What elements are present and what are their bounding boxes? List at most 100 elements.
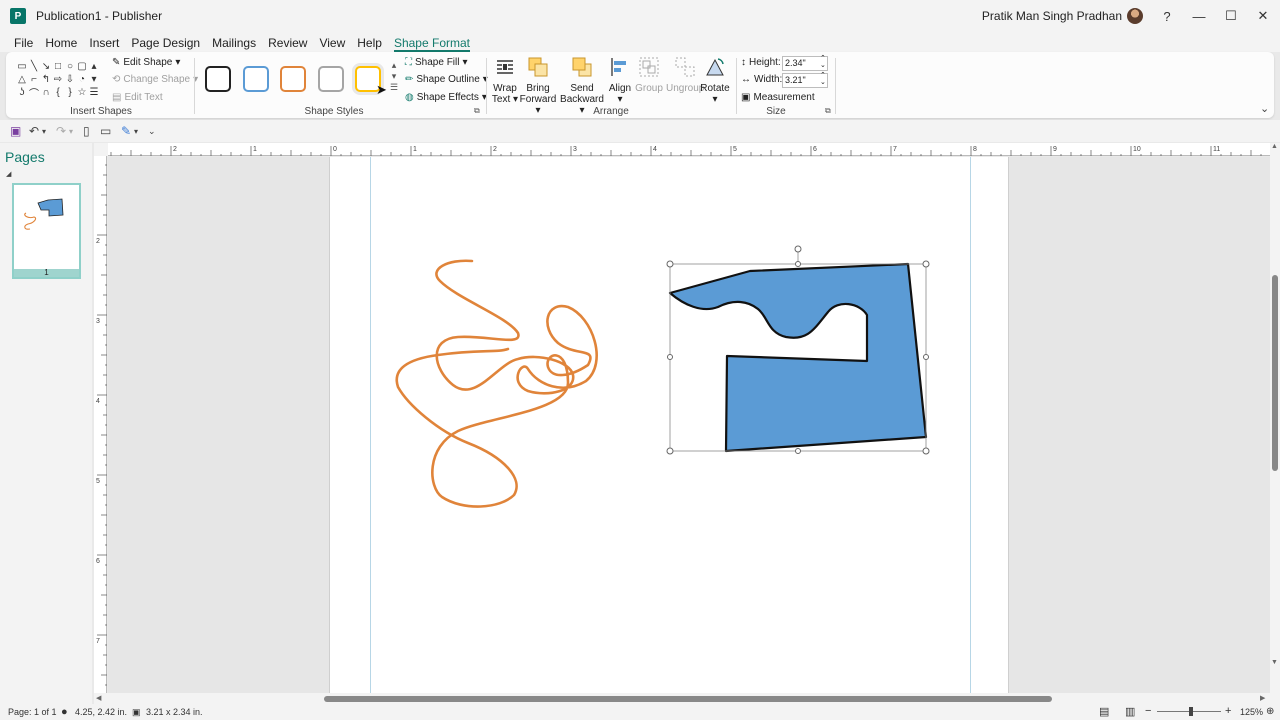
shape-style-swatch-3[interactable] <box>280 66 306 92</box>
rectangle-shape-icon[interactable]: □ <box>52 60 64 73</box>
single-page-view-icon[interactable]: ▤ <box>1099 705 1109 718</box>
customize-qat-icon[interactable]: ⌄ <box>148 126 156 137</box>
tab-page-design[interactable]: Page Design <box>131 36 200 52</box>
zoom-out-icon[interactable]: − <box>1145 705 1151 717</box>
right-brace-shape-icon[interactable]: } <box>64 86 76 99</box>
down-arrow-shape-icon[interactable]: ⇩ <box>64 73 76 86</box>
shapes-gallery[interactable]: ▭ ╲ ↘ □ ○ ▢ ▴ △ ⌐ ↰ ⇨ ⇩ ◔ ▾ ʖ ⌒ ∩ { } ☆ … <box>16 60 102 100</box>
resize-handle[interactable] <box>922 260 930 268</box>
scroll-right-icon[interactable]: ▶ <box>1260 694 1265 702</box>
collapse-pane-icon[interactable]: ◢ <box>6 170 11 178</box>
shape-style-swatch-1[interactable] <box>205 66 231 92</box>
undo-icon[interactable]: ↶ <box>29 124 39 138</box>
redo-dropdown-icon[interactable]: ▾ <box>69 127 73 136</box>
rotate-button[interactable]: Rotate ▾ <box>700 56 730 105</box>
scroll-up-icon[interactable]: ▲ <box>1271 143 1278 150</box>
gallery-scroll-up-icon[interactable]: ▴ <box>88 60 100 73</box>
collapse-ribbon-icon[interactable]: ⌄ <box>1260 102 1269 115</box>
gallery-expand-icon[interactable]: ☰ <box>390 82 398 93</box>
arrow-line-shape-icon[interactable]: ↘ <box>40 60 52 73</box>
resize-handle[interactable] <box>922 447 930 455</box>
measurement-button[interactable]: ▣ Measurement <box>741 92 815 103</box>
resize-handle[interactable] <box>795 448 801 454</box>
styles-gallery-scroll[interactable]: ▴ ▾ ☰ <box>390 60 398 93</box>
new-document-icon[interactable]: ▯ <box>83 124 90 138</box>
shape-effects-button[interactable]: ◍ Shape Effects ▾ <box>405 92 487 103</box>
chevron-down-icon[interactable]: ▾ <box>392 71 397 82</box>
gallery-scroll-down-icon[interactable]: ▾ <box>88 73 100 86</box>
fit-page-icon[interactable]: ⊕ <box>1266 706 1274 717</box>
tab-file[interactable]: File <box>14 36 33 52</box>
rounded-rect-shape-icon[interactable]: ▢ <box>76 60 88 73</box>
curve-shape-icon[interactable]: ∩ <box>40 86 52 99</box>
orange-freeform-scribble[interactable] <box>395 259 598 508</box>
two-page-view-icon[interactable]: ▥ <box>1125 705 1135 718</box>
wrap-text-button[interactable]: Wrap Text ▾ <box>490 56 520 105</box>
page-status[interactable]: Page: 1 of 1 <box>8 707 57 717</box>
shape-outline-button[interactable]: ✏ Shape Outline ▾ <box>405 74 488 85</box>
freeform-shape-icon[interactable]: ʖ <box>16 86 28 99</box>
width-spinner[interactable]: ⌃ ⌄ <box>820 72 826 86</box>
tab-review[interactable]: Review <box>268 36 307 52</box>
edit-shape-button[interactable]: ✎ Edit Shape ▾ <box>112 57 180 68</box>
tab-insert[interactable]: Insert <box>89 36 119 52</box>
undo-dropdown-icon[interactable]: ▾ <box>42 127 46 136</box>
redo-icon[interactable]: ↷ <box>56 124 66 138</box>
horizontal-scroll-thumb[interactable] <box>324 696 1052 702</box>
page-thumbnail[interactable]: 1 <box>12 183 81 279</box>
oval-shape-icon[interactable]: ○ <box>64 60 76 73</box>
user-name[interactable]: Pratik Man Singh Pradhan <box>982 9 1122 23</box>
tab-home[interactable]: Home <box>45 36 77 52</box>
resize-handle[interactable] <box>666 260 674 268</box>
maximize-button[interactable]: ☐ <box>1214 0 1248 32</box>
dialog-launcher-icon[interactable]: ⧉ <box>825 106 831 116</box>
format-painter-dropdown-icon[interactable]: ▾ <box>134 127 138 136</box>
scroll-down-icon[interactable]: ▼ <box>1271 659 1278 666</box>
gallery-more-icon[interactable]: ☰ <box>88 86 100 99</box>
resize-handle[interactable] <box>666 447 674 455</box>
chevron-up-icon[interactable]: ▴ <box>392 60 397 71</box>
elbow-shape-icon[interactable]: ↰ <box>40 73 52 86</box>
blue-freeform-shape[interactable] <box>668 262 928 453</box>
horizontal-scrollbar[interactable]: ◀ ▶ <box>94 693 1270 704</box>
format-painter-icon[interactable]: ✎ <box>121 124 131 138</box>
zoom-slider-thumb[interactable] <box>1189 707 1193 716</box>
height-spinner[interactable]: ⌃ ⌄ <box>820 55 826 69</box>
shape-style-swatch-2[interactable] <box>243 66 269 92</box>
shape-fill-button[interactable]: ⛶ Shape Fill ▾ <box>405 57 468 68</box>
tab-help[interactable]: Help <box>357 36 382 52</box>
star-shape-icon[interactable]: ☆ <box>76 86 88 99</box>
triangle-shape-icon[interactable]: △ <box>16 73 28 86</box>
tab-shape-format[interactable]: Shape Format <box>393 36 470 52</box>
scroll-left-icon[interactable]: ◀ <box>96 694 101 702</box>
close-button[interactable]: ✕ <box>1246 0 1280 32</box>
resize-handle[interactable] <box>795 261 801 267</box>
open-folder-icon[interactable]: ▭ <box>100 124 111 138</box>
resize-handle[interactable] <box>667 354 673 360</box>
zoom-level[interactable]: 125% <box>1240 707 1263 717</box>
arc-shape-icon[interactable]: ⌒ <box>28 86 40 100</box>
tab-view[interactable]: View <box>319 36 345 52</box>
vertical-scrollbar[interactable]: ▲ ▼ <box>1270 143 1280 704</box>
bring-forward-button[interactable]: Bring Forward ▾ <box>518 56 558 116</box>
ungroup-button[interactable]: Ungroup <box>666 56 704 94</box>
right-arrow-shape-icon[interactable]: ⇨ <box>52 73 64 86</box>
help-button[interactable]: ? <box>1150 0 1184 32</box>
change-shape-button[interactable]: ⟲ Change Shape ▾ <box>112 74 198 85</box>
align-button[interactable]: Align ▾ <box>606 56 634 105</box>
horizontal-ruler[interactable]: 2 1 0 1 2 3 4 5 6 7 8 9 10 11 <box>108 143 1270 156</box>
resize-handle[interactable] <box>923 354 929 360</box>
cylinder-shape-icon[interactable]: ◔ <box>76 73 88 86</box>
canvas-workspace[interactable] <box>108 157 1270 693</box>
edit-text-button[interactable]: ▤ Edit Text <box>112 92 163 103</box>
vertical-ruler[interactable]: 2 3 4 5 6 7 <box>94 156 107 693</box>
group-button[interactable]: Group <box>634 56 664 94</box>
left-brace-shape-icon[interactable]: { <box>52 86 64 99</box>
tab-mailings[interactable]: Mailings <box>212 36 256 52</box>
rotation-handle[interactable] <box>794 245 802 253</box>
shape-style-swatch-4[interactable] <box>318 66 344 92</box>
line-shape-icon[interactable]: ╲ <box>28 60 40 73</box>
avatar[interactable] <box>1127 8 1143 24</box>
dialog-launcher-icon[interactable]: ⧉ <box>474 106 480 116</box>
textbox-shape-icon[interactable]: ▭ <box>16 60 28 73</box>
